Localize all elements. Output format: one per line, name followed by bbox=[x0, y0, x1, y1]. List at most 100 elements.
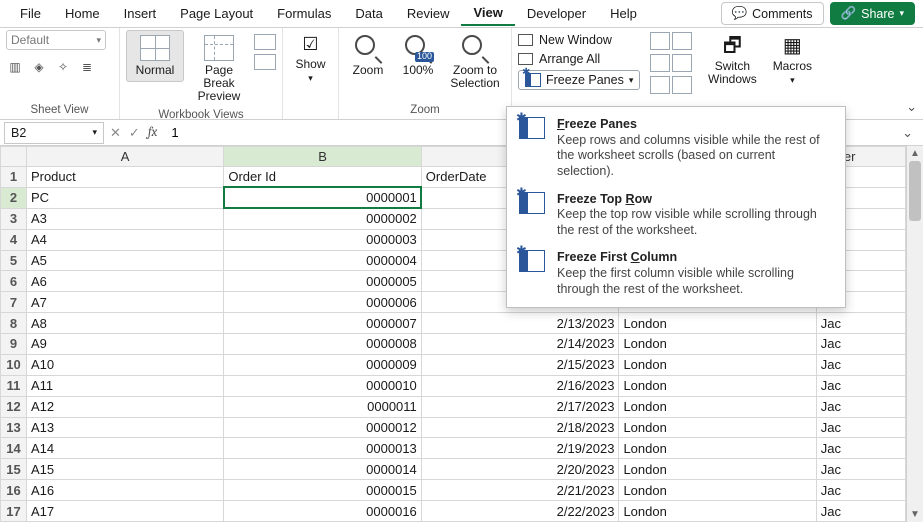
menu-item-formulas[interactable]: Formulas bbox=[265, 2, 343, 25]
cell[interactable]: London bbox=[619, 313, 816, 334]
zoom-to-selection-button[interactable]: Zoom to Selection bbox=[445, 30, 505, 95]
select-all-corner[interactable] bbox=[1, 147, 27, 167]
ribbon-collapse-button[interactable]: ⌄ bbox=[906, 99, 917, 115]
scroll-down-button[interactable]: ▼ bbox=[910, 507, 920, 522]
menu-item-insert[interactable]: Insert bbox=[112, 2, 169, 25]
cell[interactable]: Jac bbox=[816, 396, 905, 417]
cell[interactable]: 0000016 bbox=[224, 501, 421, 522]
table-row[interactable]: 15A1500000142/20/2023LondonJac bbox=[1, 459, 906, 480]
reset-pos-button[interactable] bbox=[672, 76, 692, 94]
cell[interactable]: A15 bbox=[26, 459, 223, 480]
cell[interactable]: A13 bbox=[26, 417, 223, 438]
table-row[interactable]: 12A1200000112/17/2023LondonJac bbox=[1, 396, 906, 417]
cell[interactable]: Jac bbox=[816, 354, 905, 375]
cell[interactable]: 0000004 bbox=[224, 250, 421, 271]
cell[interactable]: A14 bbox=[26, 438, 223, 459]
cell[interactable]: 2/13/2023 bbox=[421, 313, 619, 334]
hide-button[interactable] bbox=[672, 32, 692, 50]
menu-item-developer[interactable]: Developer bbox=[515, 2, 598, 25]
table-row[interactable]: 17A1700000162/22/2023LondonJac bbox=[1, 501, 906, 522]
cell[interactable]: London bbox=[619, 501, 816, 522]
unhide-button[interactable] bbox=[650, 76, 670, 94]
row-header[interactable]: 4 bbox=[1, 229, 27, 250]
cell[interactable]: 0000011 bbox=[224, 396, 421, 417]
row-header[interactable]: 9 bbox=[1, 334, 27, 355]
page-break-preview-button[interactable]: Page Break Preview bbox=[188, 30, 250, 109]
scroll-thumb[interactable] bbox=[909, 161, 921, 221]
custom-views-button[interactable] bbox=[254, 54, 276, 70]
view-side-by-side-button[interactable] bbox=[650, 54, 670, 72]
table-row[interactable]: 9A900000082/14/2023LondonJac bbox=[1, 334, 906, 355]
cell[interactable]: 2/16/2023 bbox=[421, 375, 619, 396]
cell[interactable]: A4 bbox=[26, 229, 223, 250]
split-button[interactable] bbox=[650, 32, 670, 50]
name-box[interactable]: B2 ▾ bbox=[4, 122, 104, 144]
freeze-panes-menu-item[interactable]: Freeze PanesKeep rows and columns visibl… bbox=[507, 111, 845, 186]
page-layout-button[interactable] bbox=[254, 34, 276, 50]
cell[interactable]: 2/19/2023 bbox=[421, 438, 619, 459]
share-button[interactable]: 🔗 Share ▾ bbox=[830, 2, 915, 25]
cell[interactable]: London bbox=[619, 354, 816, 375]
cell[interactable]: Jac bbox=[816, 480, 905, 501]
macros-button[interactable]: ▦ Macros ▾ bbox=[766, 30, 818, 91]
cell[interactable]: 0000012 bbox=[224, 417, 421, 438]
cancel-formula-button[interactable]: ✕ bbox=[110, 125, 121, 141]
switch-windows-button[interactable]: 🗗 Switch Windows bbox=[702, 30, 762, 91]
row-header[interactable]: 10 bbox=[1, 354, 27, 375]
new-window-button[interactable]: New Window bbox=[518, 32, 612, 48]
cell[interactable]: Jac bbox=[816, 313, 905, 334]
sync-scroll-button[interactable] bbox=[672, 54, 692, 72]
row-header[interactable]: 3 bbox=[1, 208, 27, 229]
row-header[interactable]: 1 bbox=[1, 167, 27, 188]
menu-item-home[interactable]: Home bbox=[53, 2, 112, 25]
cell[interactable]: A16 bbox=[26, 480, 223, 501]
cell[interactable]: A6 bbox=[26, 271, 223, 292]
cell[interactable]: Product bbox=[26, 167, 223, 188]
cell[interactable]: 2/17/2023 bbox=[421, 396, 619, 417]
row-header[interactable]: 16 bbox=[1, 480, 27, 501]
cell[interactable]: London bbox=[619, 438, 816, 459]
cell[interactable]: Jac bbox=[816, 501, 905, 522]
cell[interactable]: Jac bbox=[816, 334, 905, 355]
cell[interactable]: 0000001 bbox=[224, 187, 421, 208]
menu-item-review[interactable]: Review bbox=[395, 2, 462, 25]
cell[interactable]: London bbox=[619, 396, 816, 417]
row-header[interactable]: 7 bbox=[1, 292, 27, 313]
col-header-B[interactable]: B bbox=[224, 147, 421, 167]
row-header[interactable]: 6 bbox=[1, 271, 27, 292]
cell[interactable]: 2/22/2023 bbox=[421, 501, 619, 522]
normal-view-button[interactable]: Normal bbox=[126, 30, 184, 82]
cell[interactable]: London bbox=[619, 459, 816, 480]
cell[interactable]: 2/14/2023 bbox=[421, 334, 619, 355]
row-header[interactable]: 12 bbox=[1, 396, 27, 417]
col-header-A[interactable]: A bbox=[26, 147, 223, 167]
freeze-panes-button[interactable]: Freeze Panes ▾ bbox=[518, 70, 640, 90]
cell[interactable]: 2/15/2023 bbox=[421, 354, 619, 375]
new-icon[interactable]: ✧ bbox=[54, 58, 72, 76]
menu-item-page-layout[interactable]: Page Layout bbox=[168, 2, 265, 25]
table-row[interactable]: 8A800000072/13/2023LondonJac bbox=[1, 313, 906, 334]
cell[interactable]: 0000002 bbox=[224, 208, 421, 229]
cell[interactable]: A9 bbox=[26, 334, 223, 355]
cell[interactable]: London bbox=[619, 375, 816, 396]
table-row[interactable]: 13A1300000122/18/2023LondonJac bbox=[1, 417, 906, 438]
cell[interactable]: PC bbox=[26, 187, 223, 208]
cell[interactable]: 0000007 bbox=[224, 313, 421, 334]
table-row[interactable]: 16A1600000152/21/2023LondonJac bbox=[1, 480, 906, 501]
table-row[interactable]: 11A1100000102/16/2023LondonJac bbox=[1, 375, 906, 396]
menu-item-view[interactable]: View bbox=[461, 1, 514, 26]
cell[interactable]: 2/20/2023 bbox=[421, 459, 619, 480]
cell[interactable]: London bbox=[619, 480, 816, 501]
cell[interactable]: A5 bbox=[26, 250, 223, 271]
row-header[interactable]: 2 bbox=[1, 187, 27, 208]
cell[interactable]: 0000013 bbox=[224, 438, 421, 459]
formula-bar-expand-button[interactable]: ⌄ bbox=[896, 125, 919, 141]
scroll-up-button[interactable]: ▲ bbox=[910, 146, 920, 161]
exit-icon[interactable]: ◈ bbox=[30, 58, 48, 76]
cell[interactable]: 0000009 bbox=[224, 354, 421, 375]
cell[interactable]: 0000008 bbox=[224, 334, 421, 355]
zoom-100-button[interactable]: 100 100% bbox=[395, 30, 441, 82]
cell[interactable]: A11 bbox=[26, 375, 223, 396]
cell[interactable]: A12 bbox=[26, 396, 223, 417]
row-header[interactable]: 14 bbox=[1, 438, 27, 459]
